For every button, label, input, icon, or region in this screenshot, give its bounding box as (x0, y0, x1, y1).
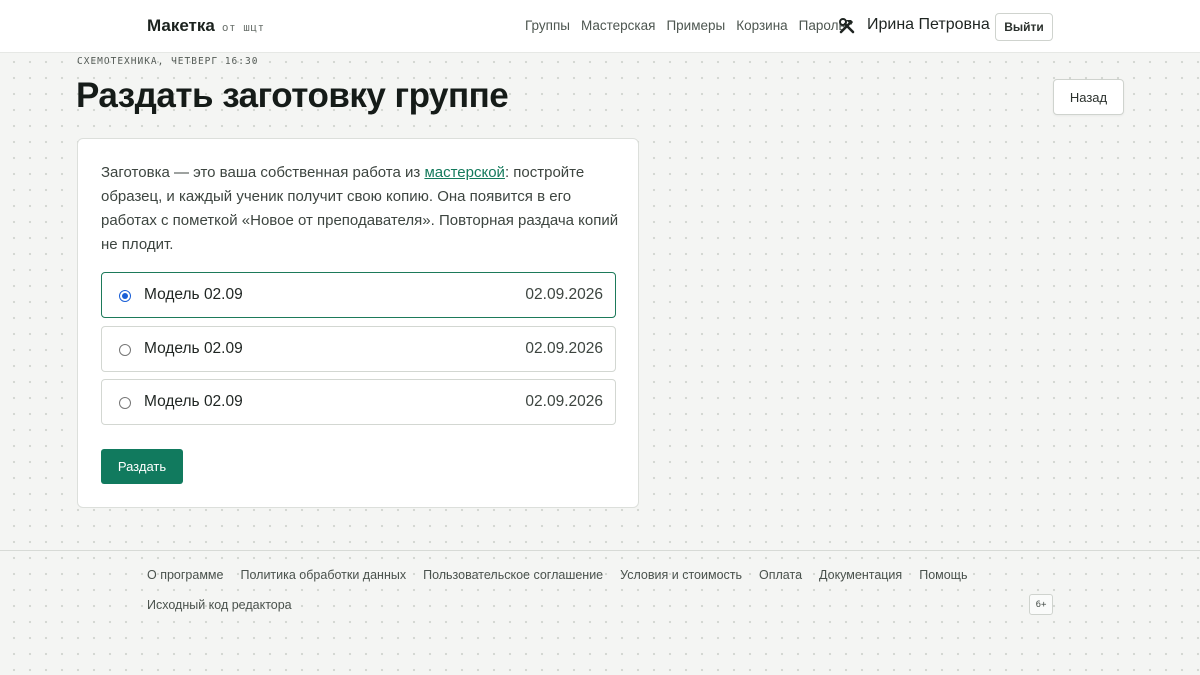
brand[interactable]: Макетка от шцт (147, 16, 265, 36)
footer-divider (0, 550, 1200, 551)
top-bar: Макетка от шцт Группы Мастерская Примеры… (0, 0, 1200, 53)
intro-before: Заготовка — это ваша собственная работа … (101, 164, 425, 181)
radio-button[interactable] (119, 397, 131, 409)
brand-name: Макетка (147, 16, 215, 35)
footer-pricing[interactable]: Условия и стоимость (620, 568, 742, 582)
user-name[interactable]: Ирина Петровна (867, 16, 990, 34)
template-option-3[interactable]: Модель 02.09 02.09.2026 (101, 379, 616, 425)
footer-help[interactable]: Помощь (919, 568, 967, 582)
radio-button[interactable] (119, 290, 131, 302)
intro-text: Заготовка — это ваша собственная работа … (101, 161, 621, 257)
page-kicker: СХЕМОТЕХНИКА, ЧЕТВЕРГ 16:30 (77, 56, 259, 67)
hammer-wrench-icon (839, 18, 855, 34)
option-name: Модель 02.09 (144, 393, 243, 410)
option-date: 02.09.2026 (525, 340, 603, 357)
nav-groups[interactable]: Группы (525, 18, 570, 33)
footer-secondary: Исходный код редактора (147, 596, 292, 614)
option-date: 02.09.2026 (525, 393, 603, 410)
radio-button[interactable] (119, 344, 131, 356)
back-button[interactable]: Назад (1053, 79, 1124, 115)
option-name: Модель 02.09 (144, 286, 243, 303)
nav-trash[interactable]: Корзина (736, 18, 787, 33)
nav-examples[interactable]: Примеры (666, 18, 725, 33)
distribute-button[interactable]: Раздать (101, 449, 183, 484)
footer-about[interactable]: О программе (147, 568, 223, 582)
template-option-1[interactable]: Модель 02.09 02.09.2026 (101, 272, 616, 318)
main-nav: Группы Мастерская Примеры Корзина Пароль (525, 18, 846, 33)
brand-subtitle: от шцт (221, 21, 265, 34)
workshop-link[interactable]: мастерской (424, 164, 505, 181)
page-title: Раздать заготовку группе (76, 76, 509, 115)
age-rating-badge: 6+ (1029, 594, 1053, 615)
footer-docs[interactable]: Документация (819, 568, 902, 582)
option-date: 02.09.2026 (525, 286, 603, 303)
logout-button[interactable]: Выйти (995, 13, 1053, 41)
option-name: Модель 02.09 (144, 340, 243, 357)
footer-terms[interactable]: Пользовательское соглашение (423, 568, 603, 582)
nav-workshop[interactable]: Мастерская (581, 18, 655, 33)
distribute-card: Заготовка — это ваша собственная работа … (77, 138, 639, 508)
footer-links: О программе Политика обработки данных По… (147, 568, 967, 582)
footer-payment[interactable]: Оплата (759, 568, 802, 582)
footer-source-code[interactable]: Исходный код редактора (147, 598, 292, 612)
footer-privacy[interactable]: Политика обработки данных (240, 568, 406, 582)
template-option-2[interactable]: Модель 02.09 02.09.2026 (101, 326, 616, 372)
